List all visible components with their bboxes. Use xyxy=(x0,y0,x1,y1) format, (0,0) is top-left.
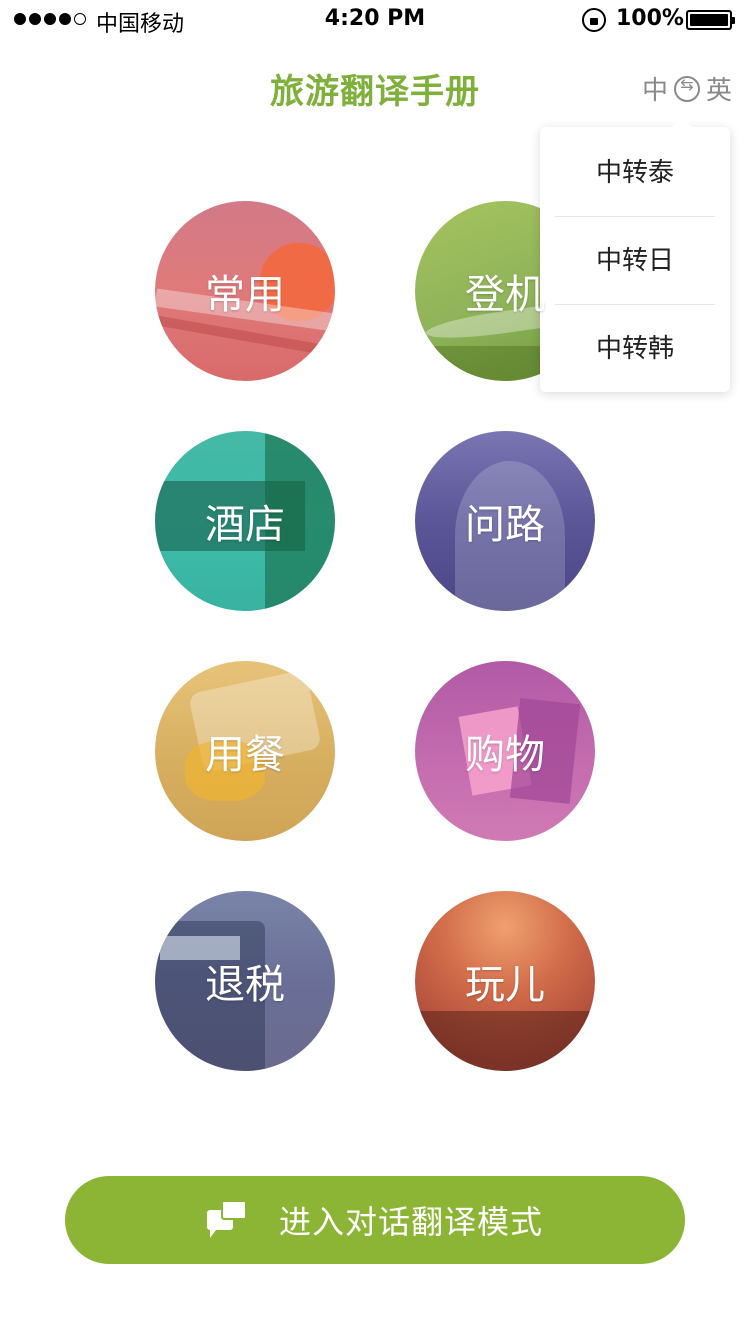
battery-percentage: 100% xyxy=(616,6,684,31)
category-label: 登机 xyxy=(465,272,545,318)
language-switch[interactable]: 中 英 xyxy=(642,70,732,107)
category-dining[interactable]: 用餐 xyxy=(155,661,335,841)
category-hotel[interactable]: 酒店 xyxy=(155,431,335,611)
category-label: 玩儿 xyxy=(465,962,545,1008)
target-language: 英 xyxy=(705,76,732,106)
chat-bubbles-icon xyxy=(206,1200,249,1240)
conversation-mode-label: 进入对话翻译模式 xyxy=(278,1203,543,1241)
dropdown-item-korean[interactable]: 中转韩 xyxy=(555,305,715,393)
dropdown-item-japanese[interactable]: 中转日 xyxy=(555,217,715,305)
page-title: 旅游翻译手册 xyxy=(270,72,480,112)
dropdown-item-thai[interactable]: 中转泰 xyxy=(555,129,715,217)
category-label: 常用 xyxy=(205,272,285,318)
category-label: 退税 xyxy=(205,962,285,1008)
category-tax-refund[interactable]: 退税 xyxy=(155,891,335,1071)
category-label: 购物 xyxy=(465,732,545,778)
status-bar: 中国移动 4:20 PM 100% xyxy=(0,0,750,40)
swap-icon xyxy=(673,75,700,102)
source-language: 中 xyxy=(641,76,668,106)
category-label: 问路 xyxy=(465,502,545,548)
language-dropdown: 中转泰 中转日 中转韩 xyxy=(540,117,730,393)
battery-icon xyxy=(686,10,735,30)
category-label: 酒店 xyxy=(205,502,285,548)
conversation-mode-button[interactable]: 进入对话翻译模式 xyxy=(65,1176,685,1264)
category-shopping[interactable]: 购物 xyxy=(415,661,595,841)
category-common[interactable]: 常用 xyxy=(155,201,335,381)
concert-image xyxy=(415,1011,595,1071)
category-directions[interactable]: 问路 xyxy=(415,431,595,611)
category-label: 用餐 xyxy=(205,732,285,778)
category-entertainment[interactable]: 玩儿 xyxy=(415,891,595,1071)
rotation-lock-icon xyxy=(582,8,606,32)
